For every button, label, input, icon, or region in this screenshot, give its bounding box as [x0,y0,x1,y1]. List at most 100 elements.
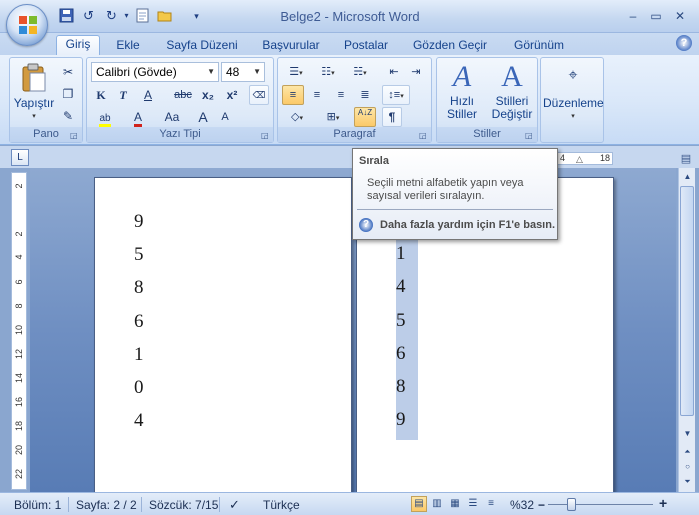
horizontal-ruler[interactable]: 4 △ 18 [557,152,613,165]
quick-styles-button[interactable]: A Hızlı Stiller [439,61,485,127]
page1-number[interactable]: 6 [134,311,144,333]
underline-button[interactable]: A [137,85,159,105]
decrease-indent-button[interactable]: ⇤ [384,62,404,82]
page1-number[interactable]: 1 [134,344,144,366]
bullets-button[interactable]: ☰▾ [282,62,310,82]
zoom-slider-thumb[interactable] [567,498,576,511]
page-1[interactable]: 9 5 8 6 1 0 4 [94,177,352,492]
page1-number[interactable]: 4 [134,410,144,432]
increase-indent-button[interactable]: ⇥ [406,62,426,82]
dialog-launcher-icon[interactable]: ◲ [419,131,428,140]
dialog-launcher-icon[interactable]: ◲ [525,131,534,140]
undo-icon[interactable]: ↺ [80,8,97,24]
cut-button[interactable]: ✂ [58,62,78,82]
paste-button[interactable]: Yapıştır ▾ [12,61,56,125]
tab-postalar[interactable]: Postalar [340,37,392,55]
tab-gorunum[interactable]: Görünüm [508,37,570,55]
tab-giris[interactable]: Giriş [56,35,100,56]
strikethrough-button[interactable]: abc [171,85,195,105]
justify-button[interactable]: ≣ [354,85,376,105]
page2-number[interactable]: 6 [396,343,406,365]
page2-number[interactable]: 4 [396,276,406,298]
language-status[interactable]: Türkçe [263,497,300,513]
section-status[interactable]: Bölüm: 1 [14,497,61,513]
dialog-launcher-icon[interactable]: ◲ [70,131,79,140]
zoom-out-button[interactable]: − [538,497,545,513]
proofing-icon[interactable]: ✓ [229,497,240,513]
italic-button[interactable]: T [113,85,133,105]
dialog-launcher-icon[interactable]: ◲ [261,131,270,140]
page2-number[interactable]: 8 [396,376,406,398]
zoom-level[interactable]: %32 [510,497,534,513]
scroll-down-icon[interactable]: ▼ [680,426,695,441]
draft-view-button[interactable]: ≡ [483,496,499,512]
shrink-font-button[interactable]: A [215,107,235,127]
view-ruler-icon[interactable]: ▤ [679,152,693,166]
editing-button[interactable]: ⌖ Düzenleme ▾ [543,61,604,123]
zoom-in-button[interactable]: + [659,495,667,511]
align-right-button[interactable]: ≡ [330,85,352,105]
numbering-button[interactable]: ☷▾ [314,62,342,82]
new-document-icon[interactable] [134,8,151,24]
ruler-label: 12 [14,349,24,360]
tab-ekle[interactable]: Ekle [110,37,146,55]
change-case-button[interactable]: Aa [157,107,187,127]
zoom-slider-track[interactable] [548,504,653,505]
browse-object-icon[interactable]: ○ [680,459,695,474]
page1-number[interactable]: 5 [134,244,144,266]
font-size-dropdown[interactable]: 48 ▼ [221,62,265,82]
customize-toolbar-icon[interactable]: ▾ [188,8,205,24]
status-divider [141,497,142,512]
next-page-icon[interactable]: ⏷ [680,474,695,489]
superscript-button[interactable]: x² [221,85,243,105]
subscript-button[interactable]: x₂ [197,85,219,105]
office-button[interactable] [6,4,48,46]
highlight-button[interactable]: ab [91,107,119,128]
indent-marker-icon[interactable]: △ [576,154,583,165]
sort-button[interactable]: A↓Z [354,107,376,127]
web-layout-view-button[interactable]: ▦ [447,496,463,512]
page2-number[interactable]: 9 [396,409,406,431]
clear-formatting-button[interactable]: ⌫ [249,85,269,105]
bold-button[interactable]: K [91,85,111,105]
close-button[interactable]: ✕ [671,9,689,23]
page1-number[interactable]: 8 [134,277,144,299]
page2-number[interactable]: 1 [396,243,406,265]
word-count-status[interactable]: Sözcük: 7/15 [149,497,218,513]
open-folder-icon[interactable] [156,8,173,24]
maximize-button[interactable]: ▭ [647,9,665,23]
print-layout-view-button[interactable]: ▤ [411,496,427,512]
change-styles-button[interactable]: A Stilleri Değiştir [487,61,537,127]
help-icon[interactable]: ? [676,35,692,51]
line-spacing-button[interactable]: ↕≡▾ [382,85,410,105]
font-color-button[interactable]: A [125,107,151,127]
tab-sayfa-duzeni[interactable]: Sayfa Düzeni [162,37,242,55]
full-screen-reading-view-button[interactable]: ▥ [429,496,445,512]
copy-button[interactable]: ❐ [58,84,78,104]
tab-selector-button[interactable]: L [11,149,29,166]
borders-button[interactable]: ⊞▾ [318,107,348,127]
tab-gozden-gecir[interactable]: Gözden Geçir [410,37,490,55]
vertical-scrollbar[interactable]: ▲ ▼ ⏶ ○ ⏷ [678,168,695,492]
outline-view-button[interactable]: ☰ [465,496,481,512]
multilevel-list-button[interactable]: ☵▾ [346,62,374,82]
grow-font-button[interactable]: A [193,107,213,127]
previous-page-icon[interactable]: ⏶ [680,444,695,459]
align-left-button[interactable]: ≡ [282,85,304,105]
scrollbar-thumb[interactable] [680,186,694,416]
save-icon[interactable] [58,8,75,24]
format-painter-button[interactable]: ✎ [58,106,78,126]
page1-number[interactable]: 0 [134,377,144,399]
page-status[interactable]: Sayfa: 2 / 2 [76,497,137,513]
minimize-button[interactable]: – [624,9,642,23]
page2-number[interactable]: 5 [396,310,406,332]
font-name-dropdown[interactable]: Calibri (Gövde) ▼ [91,62,219,82]
page1-number[interactable]: 9 [134,211,144,233]
tab-basvurular[interactable]: Başvurular [258,37,324,55]
chevron-down-icon[interactable]: ▾ [118,8,135,24]
shading-button[interactable]: ◇▾ [282,107,312,127]
vertical-ruler[interactable]: 2 2 4 6 8 10 12 14 16 18 20 22 [11,172,27,490]
scroll-up-icon[interactable]: ▲ [680,169,695,184]
show-hide-button[interactable]: ¶ [382,107,402,127]
align-center-button[interactable]: ≡ [306,85,328,105]
